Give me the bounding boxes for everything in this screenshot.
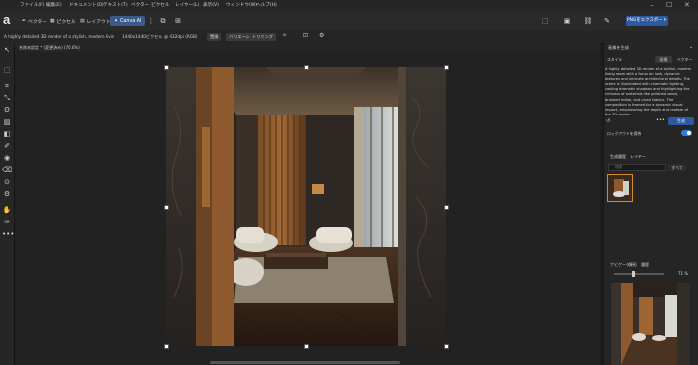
resize-handle-l[interactable] <box>164 205 169 210</box>
search-input[interactable] <box>608 164 666 171</box>
pen-icon: ✒ <box>22 18 27 24</box>
menu-pixel[interactable]: ピクセル <box>151 2 169 8</box>
document-title: 名称未設定 * (変更済み) (70.6%) <box>19 45 80 50</box>
pin-tool-icon[interactable]: ⊙ <box>2 177 12 187</box>
image-icon[interactable]: ▣ <box>562 16 572 26</box>
tools-panel: ↖ ⬚ ⌗ ⤡ ʘ ▨ ◧ ✐ ◉ ⌫ ⊙ ⚙ ✋ ✑ ••• <box>0 43 15 365</box>
menu-help[interactable]: ヘルプ(H) <box>256 2 277 8</box>
panel-menu-icon[interactable]: ⌄ <box>689 44 693 50</box>
menu-vector[interactable]: ベクター <box>131 2 149 8</box>
crop-icon[interactable]: ⊡ <box>303 32 308 39</box>
lock-toggle[interactable] <box>681 130 692 136</box>
horizontal-scrollbar[interactable] <box>210 361 400 364</box>
gradient-tool-icon[interactable]: ⚙ <box>2 189 12 199</box>
undo-icon[interactable]: ↺ <box>606 118 610 124</box>
more-icon[interactable]: ⋮ <box>146 16 156 26</box>
resize-handle-b[interactable] <box>304 344 309 349</box>
generate-panel-title: 画像を生成 <box>608 45 629 50</box>
transform-tool-icon[interactable]: ⤡ <box>2 93 12 103</box>
minimize-icon[interactable]: – <box>650 1 654 9</box>
maximize-icon[interactable]: ☐ <box>666 1 672 9</box>
share-icon[interactable]: ⧉ <box>158 16 168 26</box>
grid-icon[interactable]: ⊞ <box>173 16 183 26</box>
magic-icon[interactable]: ✧ <box>282 32 287 39</box>
trim-button[interactable]: トリミング <box>249 33 276 41</box>
living-room-render <box>166 67 446 346</box>
link-icon[interactable]: ⛓ <box>583 16 593 26</box>
resize-handle-t[interactable] <box>304 65 309 70</box>
generate-button[interactable]: 生成 <box>668 117 694 125</box>
select-tool-icon[interactable]: ⬚ <box>2 65 12 75</box>
tab-vector[interactable]: ベクター <box>676 56 693 63</box>
canva-ai-button[interactable]: ✦ Canva AI <box>110 16 146 26</box>
resize-handle-tl[interactable] <box>164 65 169 70</box>
shape-tool-icon[interactable]: ◧ <box>2 129 12 139</box>
export-png-button[interactable]: PNGをエクスポート <box>626 16 668 26</box>
navigator-image <box>611 283 690 365</box>
thumbnail-image <box>608 175 632 201</box>
menu-window[interactable]: ウィンドウ(W) <box>226 2 257 8</box>
resize-handle-bl[interactable] <box>164 344 169 349</box>
filter-dropdown[interactable]: すべて <box>668 164 686 171</box>
close-icon[interactable]: ✕ <box>684 1 690 9</box>
pixel-label: ピクセル <box>56 19 76 25</box>
vector-label: ベクター <box>28 19 48 25</box>
more-options-icon[interactable]: ••• <box>656 117 665 123</box>
generated-image[interactable] <box>166 67 446 346</box>
resize-handle-r[interactable] <box>444 205 449 210</box>
zoom-slider-thumb[interactable] <box>632 271 635 277</box>
replace-button[interactable]: 置換 <box>207 33 222 41</box>
prompt-snippet: A highly detailed 3D render of a stylish… <box>4 34 114 39</box>
layout-label: レイアウト <box>86 19 111 25</box>
menu-view[interactable]: 表示(V) <box>203 2 219 8</box>
pixel-mode-button[interactable]: ▦ ピクセル <box>50 16 76 26</box>
menu-layer[interactable]: レイヤー(L) <box>175 2 199 8</box>
tab-image[interactable]: 画像 <box>655 56 672 63</box>
eraser-tool-icon[interactable]: ⌫ <box>2 165 12 175</box>
hand-tool-icon[interactable]: ✋ <box>2 205 12 215</box>
app-logo: a <box>3 12 11 27</box>
menu-edit[interactable]: 編集(E) <box>46 2 62 8</box>
resize-handle-tr[interactable] <box>444 65 449 70</box>
lock-option-label: ロックアウトを保持 <box>607 131 642 136</box>
move-tool-icon[interactable]: ↖ <box>2 45 12 55</box>
style-label: スタイル <box>607 57 623 62</box>
menu-file[interactable]: ファイル(F) <box>20 2 45 8</box>
brush-icon[interactable]: ✎ <box>602 16 612 26</box>
prompt-textarea[interactable]: A highly detailed 3D render of a stylish… <box>605 67 693 115</box>
sparkle-icon: ✦ <box>114 18 119 24</box>
eyedropper-tool-icon[interactable]: ✑ <box>2 217 12 227</box>
layout-icon: ▤ <box>80 18 85 24</box>
document-tab[interactable]: 名称未設定 * (変更済み) (70.6%) <box>15 43 600 52</box>
zoom-value: 71 % <box>678 271 689 276</box>
crop-tool-icon[interactable]: ⌗ <box>2 81 12 91</box>
navigator-preview[interactable] <box>611 283 690 365</box>
main-toolbar: ✒ ベクター ▦ ピクセル ▤ レイアウト ✦ Canva AI ⋮ ⧉ ⊞ ⬚ ▣ ⛓… <box>0 11 698 32</box>
tab-history[interactable]: 生成履歴 <box>610 154 626 160</box>
zoom-slider[interactable] <box>614 273 664 275</box>
history-thumbnail[interactable] <box>607 174 633 202</box>
layout-mode-button[interactable]: ▤ レイアウト <box>80 16 111 26</box>
image-size-label: 1440x1440ピクセル @ 432dpi (RGB) <box>122 34 198 39</box>
tab-layers[interactable]: レイヤー <box>630 154 646 160</box>
pixel-icon: ▦ <box>50 18 55 24</box>
menu-bar: ファイル(F) 編集(E) ドキュメント(D) テキスト(T) ベクター ピクセ… <box>0 0 698 11</box>
vector-mode-button[interactable]: ✒ ベクター <box>22 16 47 26</box>
tab-history-2[interactable]: 履歴 <box>641 262 649 268</box>
menu-text[interactable]: テキスト(T) <box>103 2 128 8</box>
fill-tool-icon[interactable]: ◉ <box>2 153 12 163</box>
image-tool-icon[interactable]: ▨ <box>2 117 12 127</box>
resize-handle-br[interactable] <box>444 344 449 349</box>
canva-ai-label: Canva AI <box>120 18 142 24</box>
brush-tool-icon[interactable]: ✐ <box>2 141 12 151</box>
tab-transform[interactable]: 変形 <box>629 262 637 268</box>
frame-icon[interactable]: ⬚ <box>540 16 550 26</box>
menu-document[interactable]: ドキュメント(D) <box>69 2 104 8</box>
more-tools-icon[interactable]: ••• <box>2 229 14 239</box>
lasso-tool-icon[interactable]: ʘ <box>2 105 12 115</box>
settings-icon[interactable]: ⚙ <box>319 32 324 39</box>
